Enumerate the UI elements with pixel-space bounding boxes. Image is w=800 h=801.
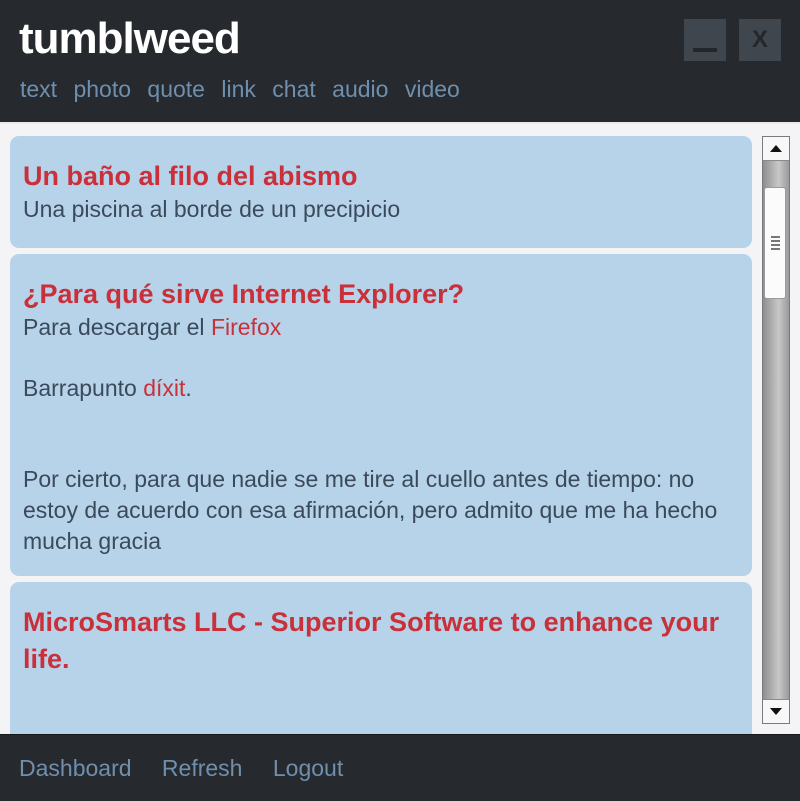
vertical-scrollbar[interactable] <box>762 136 790 724</box>
post-feed: Un baño al filo del abismo Una piscina a… <box>0 122 800 736</box>
firefox-link[interactable]: Firefox <box>211 314 281 340</box>
post-text: Barrapunto <box>23 375 144 401</box>
dixit-link[interactable]: díxit <box>143 375 185 401</box>
grip-line <box>771 240 780 242</box>
grip-line <box>771 248 780 250</box>
refresh-link[interactable]: Refresh <box>162 755 243 781</box>
post-type-chat[interactable]: chat <box>272 76 315 102</box>
post-type-text[interactable]: text <box>20 76 57 102</box>
post-text: Para descargar el <box>23 314 211 340</box>
minimize-button[interactable] <box>684 19 726 61</box>
logout-link[interactable]: Logout <box>273 755 343 781</box>
grip-line <box>771 236 780 238</box>
post-body: Una piscina al borde de un precipicio <box>23 196 401 222</box>
grip-line <box>771 244 780 246</box>
post-type-quote[interactable]: quote <box>147 76 205 102</box>
scroll-down-button[interactable] <box>763 699 789 723</box>
scrollbar-thumb[interactable] <box>764 187 786 299</box>
post-body-line: Barrapunto díxit. <box>23 373 192 404</box>
post-title[interactable]: Un baño al filo del abismo <box>23 158 358 195</box>
post-card[interactable]: Un baño al filo del abismo Una piscina a… <box>10 136 752 248</box>
close-icon: X <box>751 26 768 53</box>
post-type-video[interactable]: video <box>405 76 460 102</box>
post-type-nav: text photo quote link chat audio video <box>20 75 470 103</box>
post-body-line: Para descargar el Firefox <box>23 312 281 343</box>
footer: Dashboard Refresh Logout <box>0 734 800 801</box>
post-card[interactable]: ¿Para qué sirve Internet Explorer? Para … <box>10 254 752 576</box>
post-title[interactable]: ¿Para qué sirve Internet Explorer? <box>23 276 464 313</box>
post-card[interactable]: MicroSmarts LLC - Superior Software to e… <box>10 582 752 736</box>
arrow-down-icon <box>770 708 782 715</box>
header: tumblweed text photo quote link chat aud… <box>0 0 800 122</box>
dashboard-link[interactable]: Dashboard <box>19 755 132 781</box>
app-logo: tumblweed <box>19 14 241 63</box>
post-title[interactable]: MicroSmarts LLC - Superior Software to e… <box>23 604 738 678</box>
minimize-icon <box>693 48 717 52</box>
post-type-photo[interactable]: photo <box>73 76 131 102</box>
footer-nav: Dashboard Refresh Logout <box>19 754 367 782</box>
scroll-up-button[interactable] <box>763 137 789 161</box>
post-text: . <box>185 375 192 401</box>
post-type-audio[interactable]: audio <box>332 76 388 102</box>
post-paragraph: Por cierto, para que nadie se me tire al… <box>23 466 718 554</box>
post-type-link[interactable]: link <box>221 76 256 102</box>
arrow-up-icon <box>770 145 782 152</box>
close-button[interactable]: X <box>739 19 781 61</box>
